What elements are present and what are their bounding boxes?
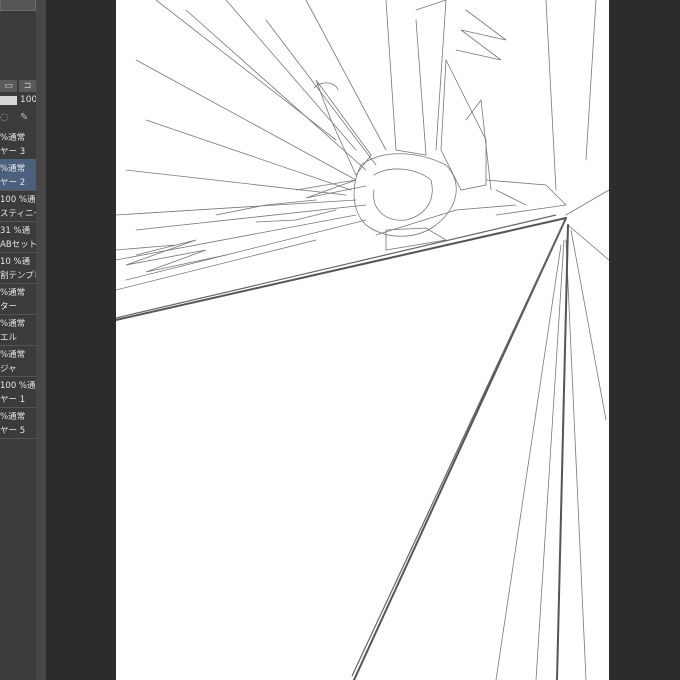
layer-blend-mode: %通常 xyxy=(0,133,26,143)
layer-name: ABセット xyxy=(0,240,36,250)
layer-blend-mode: 100 %通 xyxy=(0,195,36,205)
opacity-value[interactable]: 100 xyxy=(20,95,36,105)
layer-blend-mode: 10 %通 xyxy=(0,257,31,267)
layer-row[interactable]: %通常エル xyxy=(0,314,36,346)
layer-blend-mode: %通常 xyxy=(0,412,26,422)
layer-row[interactable]: %通常ター xyxy=(0,283,36,315)
layer-row[interactable]: %通常ヤー 5 xyxy=(0,407,36,439)
layer-name: スティニー xyxy=(0,209,36,219)
brush-tool-icon[interactable]: ◌ xyxy=(0,112,16,124)
drawing-canvas[interactable] xyxy=(116,0,609,680)
layer-name: ヤー 1 xyxy=(0,395,26,405)
layer-name: 割テンプレ xyxy=(0,271,36,281)
layer-name: ター xyxy=(0,302,18,312)
panel-scrollbar[interactable] xyxy=(36,0,46,680)
layer-name: エル xyxy=(0,333,18,343)
sketch-artwork xyxy=(116,0,609,680)
layer-name: ジャ xyxy=(0,364,17,374)
opacity-slider[interactable] xyxy=(0,96,17,105)
layer-panel: ▭ ⊐ 100 ▲▼ ◌ ✎ %通常ヤー 3%通常ヤー 2100 %通スティニー… xyxy=(0,0,36,680)
layer-blend-mode: %通常 xyxy=(0,288,26,298)
layer-row[interactable]: 100 %通スティニー xyxy=(0,190,36,222)
layer-name: ヤー 3 xyxy=(0,147,26,157)
layer-blend-mode: 31 %通 xyxy=(0,226,31,236)
layer-row[interactable]: 31 %通 ABセット xyxy=(0,221,36,253)
pen-tool-icon[interactable]: ✎ xyxy=(20,112,36,124)
layer-blend-mode: 100 %通 xyxy=(0,381,36,391)
layer-name: ヤー 2 xyxy=(0,178,26,188)
layer-name: ヤー 5 xyxy=(0,426,26,436)
workspace-background xyxy=(46,0,116,680)
layer-row[interactable]: 100 %通 ヤー 1 xyxy=(0,376,36,408)
layer-blend-mode: %通常 xyxy=(0,350,26,360)
layer-row[interactable]: 10 %通割テンプレ xyxy=(0,252,36,284)
layer-blend-mode: %通常 xyxy=(0,319,26,329)
layer-row[interactable]: %通常ジャ xyxy=(0,345,36,377)
panel-menu-button[interactable] xyxy=(0,0,36,11)
workspace-background-right xyxy=(609,0,680,680)
layer-folder-icon[interactable]: ⊐ xyxy=(19,80,36,92)
layer-row[interactable]: %通常ヤー 2 xyxy=(0,159,36,191)
layer-add-icon[interactable]: ▭ xyxy=(0,80,17,92)
layer-blend-mode: %通常 xyxy=(0,164,26,174)
layer-row[interactable]: %通常ヤー 3 xyxy=(0,128,36,160)
